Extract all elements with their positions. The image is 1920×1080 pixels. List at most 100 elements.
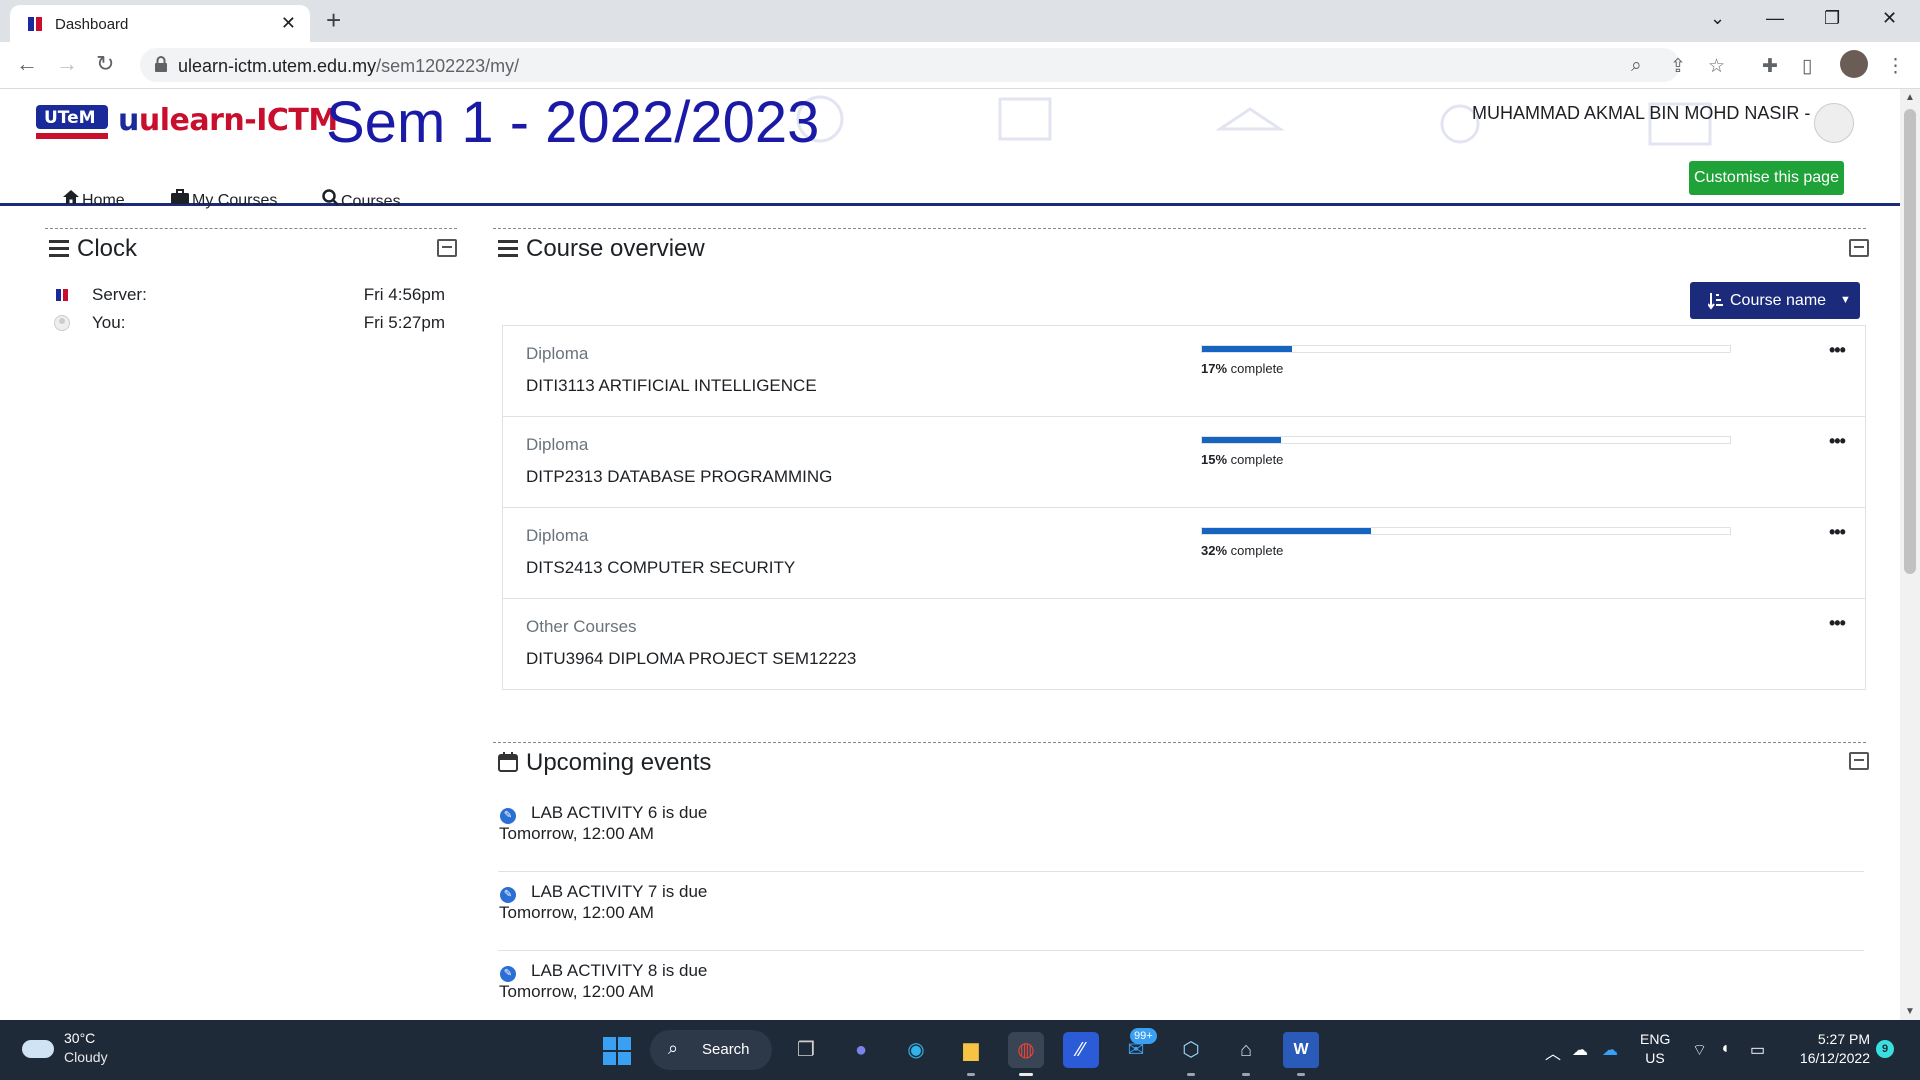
course-name-link[interactable]: DITP2313 DATABASE PROGRAMMING	[526, 467, 832, 487]
address-bar[interactable]: ulearn-ictm.utem.edu.my/sem1202223/my/ ⌕…	[140, 48, 1725, 82]
more-icon[interactable]: •••	[1829, 340, 1846, 361]
upcoming-events-block	[493, 742, 1866, 743]
ulearn-logo[interactable]: uulearn-ICTM	[118, 103, 338, 138]
page-viewport: UTeM uulearn-ICTM Sem 1 - 2022/2023 MUHA…	[0, 89, 1900, 1020]
page-scrollbar[interactable]: ▲ ▼	[1900, 89, 1920, 1020]
extensions-icon[interactable]: ✚	[1762, 55, 1778, 78]
menu-icon[interactable]	[49, 240, 69, 258]
course-name-link[interactable]: DITI3113 ARTIFICIAL INTELLIGENCE	[526, 376, 817, 396]
event-name-link[interactable]: LAB ACTIVITY 7 is due	[531, 882, 707, 902]
show-hidden-icons-icon[interactable]: ︿	[1545, 1040, 1561, 1064]
mail-badge: 99+	[1130, 1028, 1157, 1044]
taskbar-clock[interactable]: 5:27 PM 16/12/2022	[1790, 1030, 1870, 1068]
event-item[interactable]: ✎ LAB ACTIVITY 6 is due Tomorrow, 12:00 …	[498, 792, 1864, 872]
event-icon: ✎	[500, 966, 516, 982]
progress-text: 15% complete	[1201, 452, 1284, 467]
course-category: Other Courses	[526, 617, 637, 636]
forward-icon[interactable]: →	[56, 51, 78, 77]
browser-tab-bar: Dashboard ✕ + ⌄ — ❐ ✕	[0, 0, 1920, 42]
course-name-link[interactable]: DITU3964 DIPLOMA PROJECT SEM12223	[526, 649, 856, 669]
event-item[interactable]: ✎ LAB ACTIVITY 7 is due Tomorrow, 12:00 …	[498, 871, 1864, 951]
scroll-down-icon[interactable]: ▼	[1905, 1006, 1915, 1017]
nav-my-courses[interactable]: My Courses	[170, 189, 277, 210]
user-name[interactable]: MUHAMMAD AKMAL BIN MOHD NASIR -	[1472, 103, 1810, 124]
course-overview-block	[493, 228, 1866, 229]
caret-down-icon: ▼	[1840, 294, 1851, 306]
scrollbar-thumb[interactable]	[1904, 109, 1916, 574]
teams-chat-icon[interactable]: ●	[843, 1032, 879, 1068]
event-icon: ✎	[500, 887, 516, 903]
sort-course-name-button[interactable]: Course name ▼	[1690, 282, 1860, 319]
collapse-course-overview-icon[interactable]	[1849, 239, 1869, 257]
course-name-link[interactable]: DITS2413 COMPUTER SECURITY	[526, 558, 795, 578]
virtualbox-icon[interactable]: ⬡	[1173, 1032, 1209, 1076]
windows-taskbar: 30°C Cloudy ⌕ Search ❐ ● ◉ ▆ ◍ ⁄⁄ ✉ 99+ …	[0, 1020, 1920, 1080]
new-tab-icon[interactable]: +	[326, 6, 341, 34]
menu-icon[interactable]	[498, 240, 518, 258]
language-indicator[interactable]: ENG US	[1640, 1030, 1670, 1068]
zoom-icon[interactable]: ⌕	[1631, 55, 1642, 77]
packet-tracer-icon[interactable]: ⌂	[1228, 1032, 1264, 1076]
address-url: ulearn-ictm.utem.edu.my/sem1202223/my/	[178, 56, 520, 76]
collapse-clock-icon[interactable]	[437, 239, 457, 257]
more-icon[interactable]: •••	[1829, 522, 1846, 543]
event-item[interactable]: ✎ LAB ACTIVITY 8 is due Tomorrow, 12:00 …	[498, 950, 1864, 1020]
utem-logo: UTeM	[36, 105, 108, 139]
share-icon[interactable]: ⇪	[1670, 55, 1686, 78]
side-panel-icon[interactable]: ▯	[1802, 55, 1812, 78]
chrome-menu-icon[interactable]: ⋮	[1886, 55, 1905, 78]
home-icon	[63, 190, 79, 204]
more-icon[interactable]: •••	[1829, 613, 1846, 634]
briefcase-icon	[171, 189, 189, 204]
tab-search-icon[interactable]: ⌄	[1710, 8, 1725, 29]
volume-icon[interactable]: ◖	[1720, 1040, 1730, 1058]
onedrive-icon[interactable]: ☁	[1602, 1040, 1618, 1060]
course-item[interactable]: Other Courses DITU3964 DIPLOMA PROJECT S…	[503, 599, 1865, 689]
word-icon[interactable]: W	[1283, 1032, 1319, 1076]
event-name-link[interactable]: LAB ACTIVITY 6 is due	[531, 803, 707, 823]
course-item[interactable]: Diploma DITS2413 COMPUTER SECURITY 32% c…	[503, 508, 1865, 599]
search-icon	[322, 189, 339, 206]
svg-text:UTeM: UTeM	[44, 108, 96, 128]
notification-badge[interactable]: 9	[1876, 1040, 1894, 1058]
battery-icon[interactable]: ▭	[1750, 1040, 1765, 1060]
wifi-icon[interactable]: ⌔	[1692, 1040, 1707, 1060]
back-icon[interactable]: ←	[16, 51, 38, 77]
profile-avatar[interactable]	[1840, 50, 1868, 78]
user-avatar[interactable]	[1814, 103, 1854, 143]
site-favicon-icon	[28, 17, 42, 31]
taskbar-search[interactable]: ⌕ Search	[650, 1030, 772, 1070]
start-button[interactable]	[603, 1037, 631, 1065]
scroll-up-icon[interactable]: ▲	[1905, 92, 1915, 103]
nav-courses[interactable]: Courses	[322, 189, 401, 211]
event-name-link[interactable]: LAB ACTIVITY 8 is due	[531, 961, 707, 981]
site-header: UTeM uulearn-ICTM Sem 1 - 2022/2023 MUHA…	[0, 89, 1900, 210]
tab-close-icon[interactable]: ✕	[281, 13, 296, 34]
course-item[interactable]: Diploma DITI3113 ARTIFICIAL INTELLIGENCE…	[503, 326, 1865, 417]
minimize-icon[interactable]: —	[1766, 8, 1784, 29]
edge-icon[interactable]: ◉	[898, 1032, 934, 1068]
site-title[interactable]: Sem 1 - 2022/2023	[326, 89, 819, 156]
customise-page-button[interactable]: Customise this page	[1689, 161, 1844, 195]
lock-icon	[155, 56, 167, 72]
progress-fill	[1202, 346, 1292, 352]
restore-icon[interactable]: ❐	[1824, 8, 1840, 29]
more-icon[interactable]: •••	[1829, 431, 1846, 452]
user-icon	[54, 315, 70, 331]
window-close-icon[interactable]: ✕	[1882, 8, 1897, 29]
nav-home[interactable]: Home	[62, 189, 125, 210]
bookmark-star-icon[interactable]: ☆	[1708, 55, 1725, 78]
chrome-icon[interactable]: ◍	[1008, 1032, 1044, 1076]
task-view-icon[interactable]: ❐	[788, 1032, 824, 1068]
vscode-like-icon[interactable]: ⁄⁄	[1063, 1032, 1099, 1068]
course-item[interactable]: Diploma DITP2313 DATABASE PROGRAMMING 15…	[503, 417, 1865, 508]
onedrive-personal-icon[interactable]: ☁	[1572, 1040, 1588, 1060]
reload-icon[interactable]: ↻	[96, 51, 114, 77]
tab-dashboard[interactable]: Dashboard ✕	[10, 5, 310, 42]
calendar-icon	[498, 752, 518, 772]
collapse-upcoming-events-icon[interactable]	[1849, 752, 1869, 770]
progress-text: 17% complete	[1201, 361, 1284, 376]
clock-block-title: Clock	[49, 235, 137, 263]
file-explorer-icon[interactable]: ▆	[953, 1032, 989, 1076]
clock-row-server: Server: Fri 4:56pm	[50, 285, 445, 307]
